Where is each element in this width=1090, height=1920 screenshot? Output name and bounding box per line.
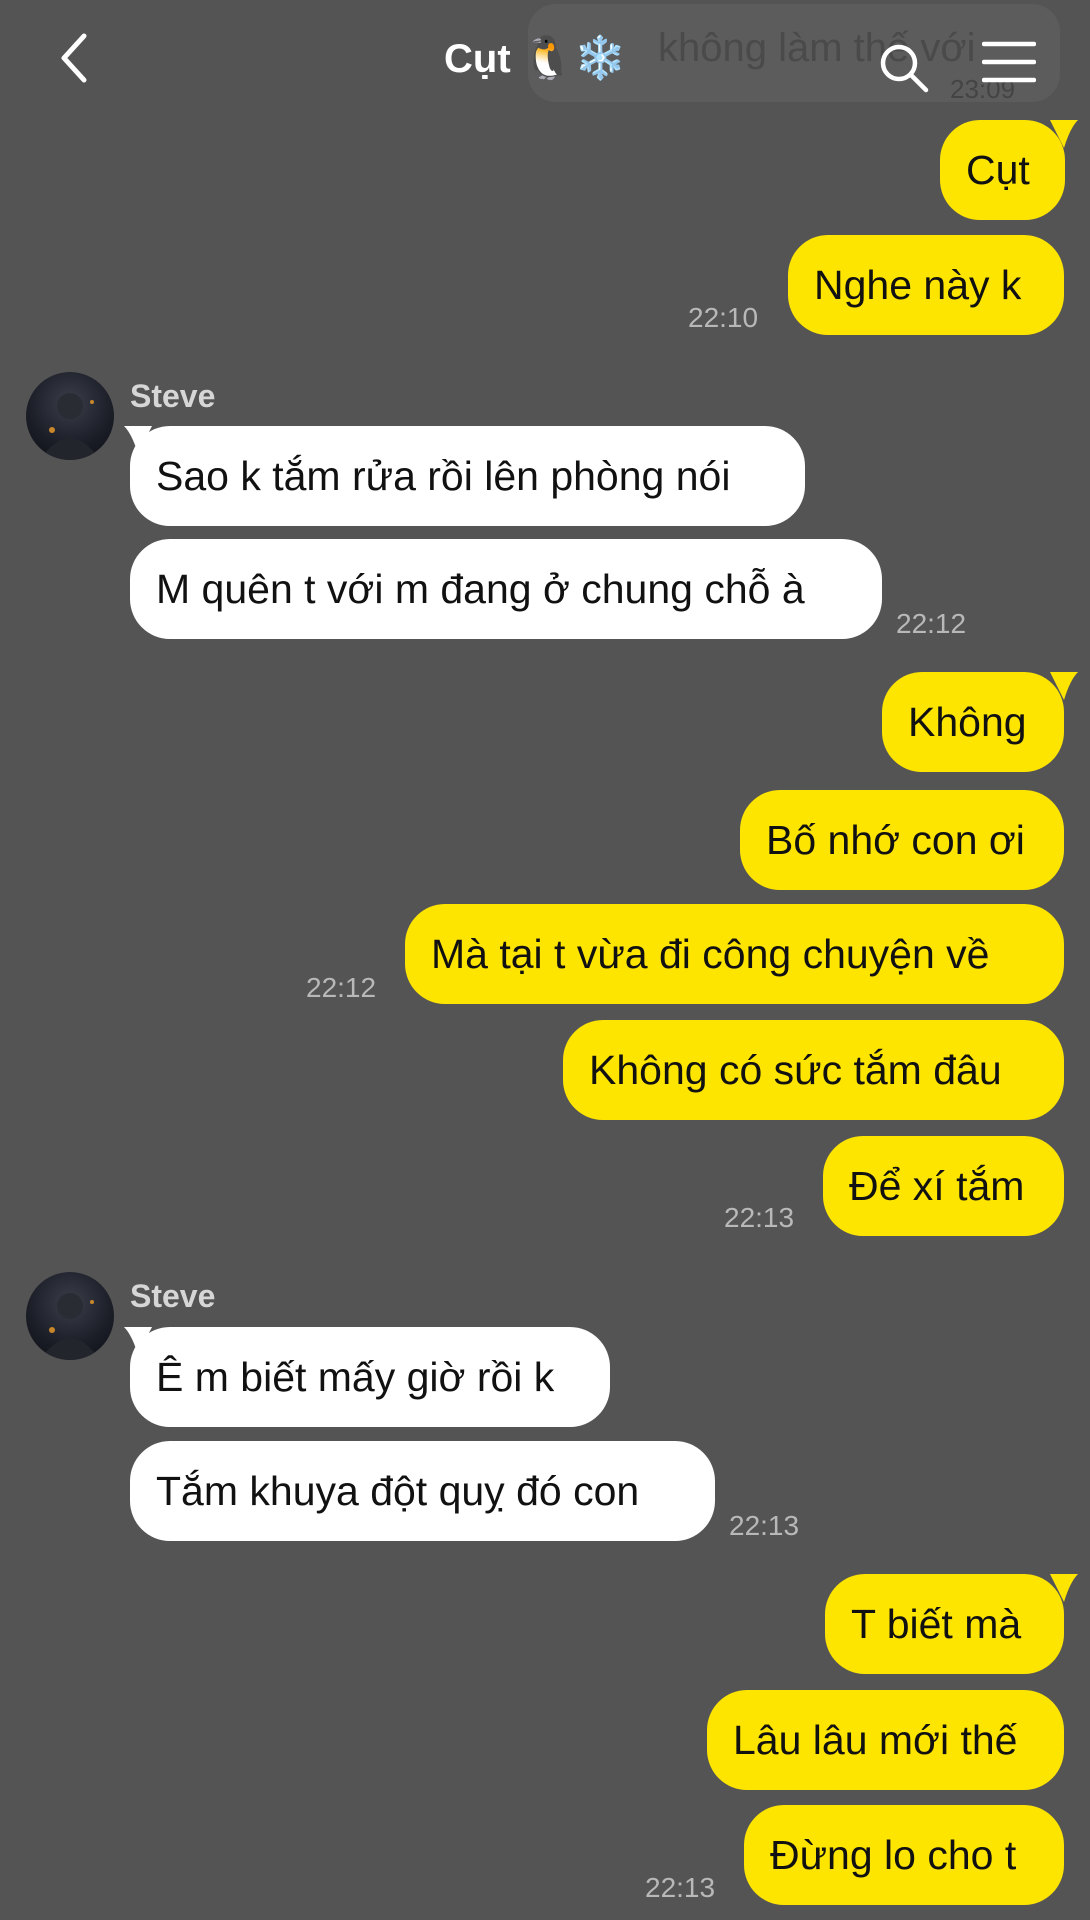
chat-title-text: Cụt (444, 37, 511, 81)
message-bubble-received[interactable]: M quên t với m đang ở chung chỗ à (130, 539, 882, 639)
message-bubble-sent[interactable]: Lâu lâu mới thế (707, 1690, 1064, 1790)
message-bubble-sent[interactable]: Không có sức tắm đâu (563, 1020, 1064, 1120)
bubble-tail (1050, 120, 1078, 148)
back-chevron-icon[interactable] (48, 28, 108, 88)
message-bubble-sent[interactable]: Để xí tắm (823, 1136, 1064, 1236)
bubble-tail (1050, 672, 1078, 700)
chat-title: Cụt 🐧❄️ (444, 28, 626, 88)
timestamp: 22:13 (724, 1202, 795, 1233)
timestamp: 22:13 (729, 1510, 800, 1541)
message-bubble-received[interactable]: Sao k tắm rửa rồi lên phòng nói (130, 426, 805, 526)
sender-name: Steve (130, 378, 216, 414)
avatar[interactable] (26, 1272, 114, 1360)
chat-header: không làm thế với 23:09 Cụt 🐧❄️ (0, 0, 1090, 110)
timestamp: 22:12 (306, 972, 377, 1003)
message-bubble-sent[interactable]: Bố nhớ con ơi (740, 790, 1064, 890)
message-bubble-received[interactable]: Tắm khuya đột quỵ đó con (130, 1441, 715, 1541)
message-bubble-sent[interactable]: Nghe này k (788, 235, 1064, 335)
menu-icon[interactable] (981, 40, 1037, 84)
message-bubble-sent[interactable]: Mà tại t vừa đi công chuyện về (405, 904, 1064, 1004)
message-bubble-sent[interactable]: T biết mà (825, 1574, 1064, 1674)
avatar[interactable] (26, 372, 114, 460)
search-icon[interactable] (876, 40, 932, 96)
message-bubble-received[interactable]: Ê m biết mấy giờ rồi k (130, 1327, 610, 1427)
message-bubble-sent[interactable]: Đừng lo cho t (744, 1805, 1064, 1905)
message-bubble-sent[interactable]: Cụt (940, 120, 1065, 220)
timestamp: 22:13 (645, 1872, 716, 1903)
message-bubble-sent[interactable]: Không (882, 672, 1064, 772)
timestamp: 22:10 (688, 302, 759, 333)
chat-title-emoji: 🐧❄️ (521, 34, 627, 81)
sender-name: Steve (130, 1278, 216, 1314)
bubble-tail (1050, 1574, 1078, 1602)
timestamp: 22:12 (896, 608, 967, 639)
